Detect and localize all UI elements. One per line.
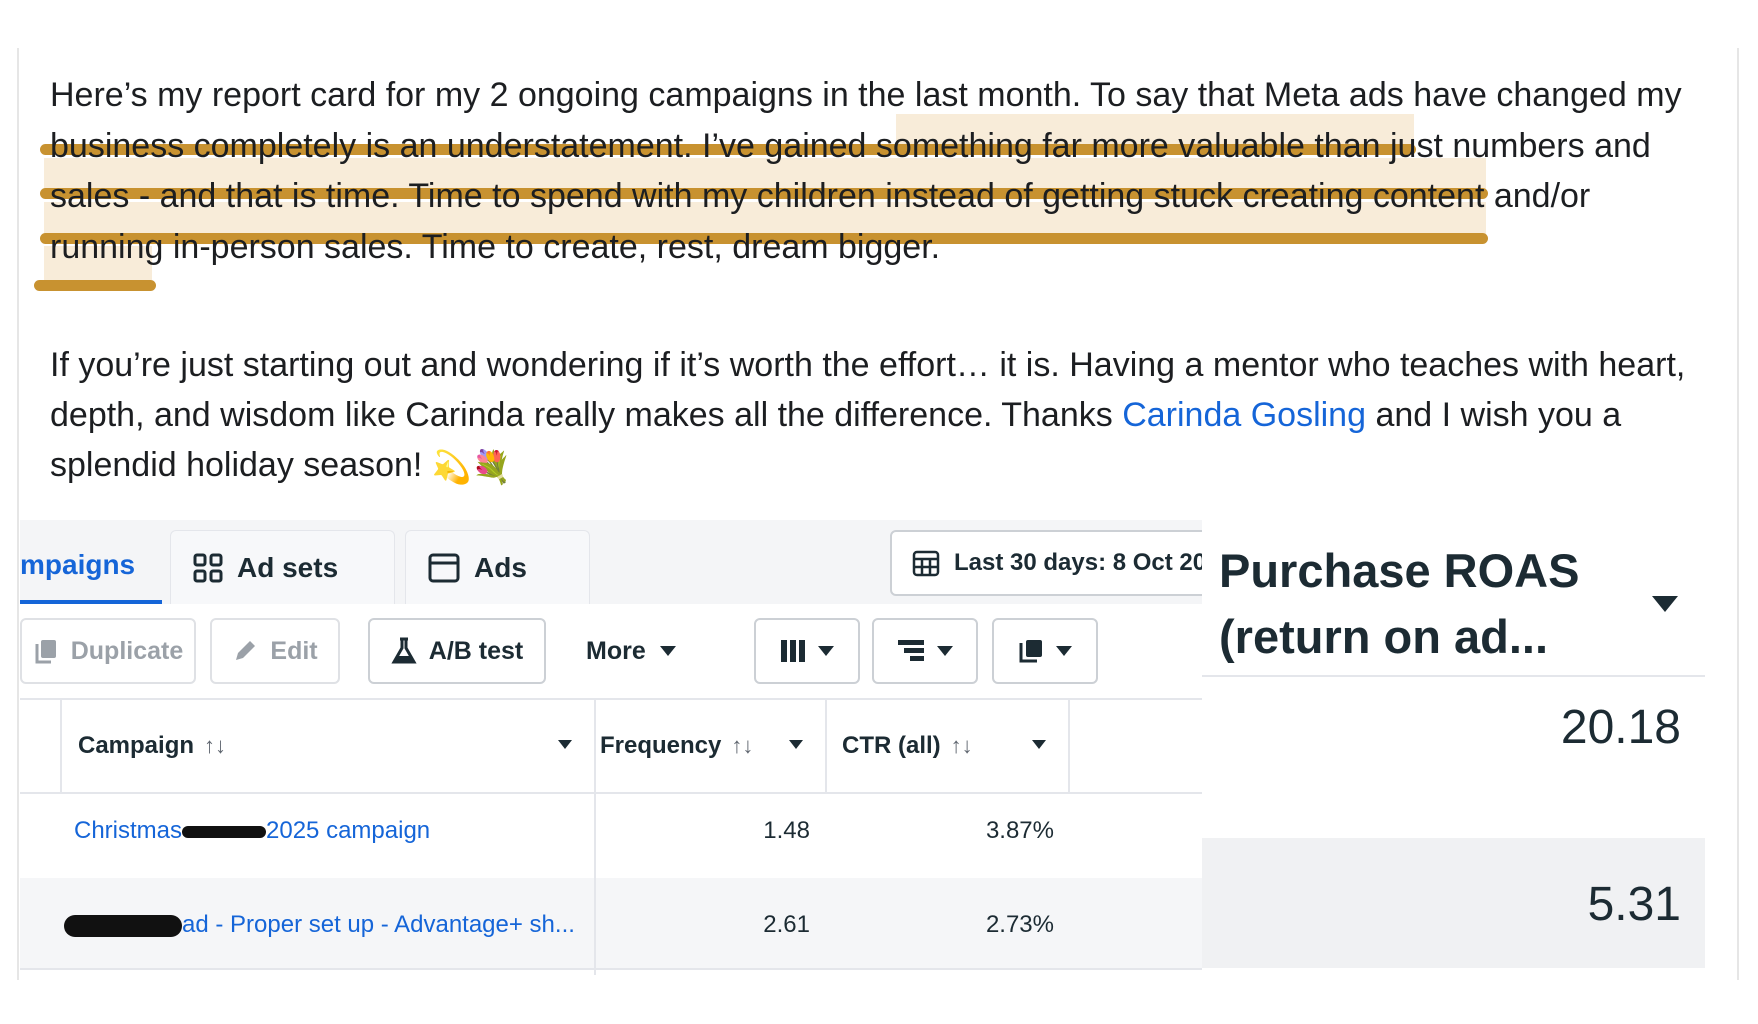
chevron-down-icon: [1652, 596, 1678, 612]
flask-icon: [391, 637, 417, 665]
column-header-ctr[interactable]: CTR (all) ↑↓: [842, 700, 1068, 792]
reports-icon: [1018, 638, 1044, 664]
row-divider: [20, 968, 1220, 970]
table-cell-frequency: 1.48: [763, 817, 810, 844]
date-range-label: Last 30 days: 8 Oct 20: [954, 549, 1207, 576]
breakdown-button[interactable]: [872, 618, 978, 684]
ads-manager-screenshot: mpaigns Ad sets Ads Last 30 days: 8 Oct …: [20, 520, 1220, 975]
post-paragraph-2: If you’re just starting out and wonderin…: [50, 340, 1710, 492]
roas-column-header[interactable]: Purchase ROAS (return on ad...: [1202, 520, 1705, 677]
mention-link[interactable]: Carinda Gosling: [1122, 396, 1366, 434]
ab-test-label: A/B test: [428, 636, 524, 665]
tab-ad-sets[interactable]: Ad sets: [170, 530, 395, 604]
ab-test-button[interactable]: A/B test: [368, 618, 546, 684]
tab-ads[interactable]: Ads: [405, 530, 590, 604]
column-header-campaign-label: Campaign: [78, 732, 195, 759]
campaign-name-suffix: 2025 campaign: [266, 817, 431, 844]
chevron-down-icon: [558, 740, 572, 749]
chevron-down-icon: [937, 646, 953, 656]
more-dropdown[interactable]: More: [586, 618, 676, 684]
table-row-campaign-name[interactable]: Christmas 2025 campaign: [74, 817, 430, 845]
reports-button[interactable]: [992, 618, 1098, 684]
post-paragraph-1: Here’s my report card for my 2 ongoing c…: [50, 70, 1710, 272]
calendar-icon: [912, 549, 940, 577]
redaction-mark: [64, 914, 182, 937]
dizzy-star-icon: 💫: [431, 449, 472, 485]
column-divider: [60, 700, 62, 792]
bouquet-icon: 💐: [471, 449, 512, 485]
chevron-down-icon: [659, 646, 676, 656]
edit-button[interactable]: Edit: [210, 618, 340, 684]
sort-icon: ↑↓: [731, 733, 754, 758]
tab-ads-label: Ads: [474, 551, 527, 583]
breakdown-icon: [897, 639, 925, 663]
tab-bar: mpaigns Ad sets Ads Last 30 days: 8 Oct …: [20, 520, 1220, 604]
chevron-down-icon: [1056, 646, 1072, 656]
column-header-campaign[interactable]: Campaign ↑↓: [78, 700, 594, 792]
column-header-frequency-label: Frequency: [600, 732, 722, 759]
toolbar: Duplicate Edit A/B test More: [20, 604, 1220, 704]
window-icon: [428, 553, 460, 583]
columns-button[interactable]: [754, 618, 860, 684]
table-cell-frequency: 2.61: [763, 911, 810, 938]
redaction-mark: [182, 825, 267, 838]
roas-value: 20.18: [1560, 701, 1681, 754]
pencil-icon: [232, 638, 258, 664]
more-label: More: [586, 636, 646, 665]
chevron-down-icon: [818, 646, 834, 656]
underline-stroke: [34, 280, 156, 291]
roas-column-zoom: Purchase ROAS (return on ad... 20.18 5.3…: [1202, 520, 1705, 975]
tab-campaigns-label: mpaigns: [20, 549, 136, 580]
column-divider: [594, 700, 596, 975]
tab-ad-sets-label: Ad sets: [237, 551, 339, 583]
duplicate-button[interactable]: Duplicate: [20, 618, 196, 684]
duplicate-icon: [33, 638, 59, 664]
table-cell-ctr: 3.87%: [985, 817, 1054, 844]
campaign-name-suffix: ad - Proper set up - Advantage+ sh...: [182, 911, 575, 938]
edit-label: Edit: [270, 636, 318, 665]
sort-icon: ↑↓: [204, 733, 227, 758]
roas-value: 5.31: [1587, 878, 1681, 931]
sort-icon: ↑↓: [950, 733, 973, 758]
roas-column-title: Purchase ROAS (return on ad...: [1219, 544, 1580, 663]
tab-campaigns[interactable]: mpaigns: [20, 530, 162, 604]
date-range-button[interactable]: Last 30 days: 8 Oct 20: [890, 530, 1220, 596]
row-divider: [20, 792, 1220, 794]
duplicate-label: Duplicate: [70, 636, 184, 665]
campaign-table: Campaign ↑↓ Frequency ↑↓ CTR (all) ↑↓ Ch…: [20, 698, 1220, 975]
column-divider: [825, 700, 827, 792]
chevron-down-icon: [789, 740, 803, 749]
table-row-campaign-name[interactable]: ad - Proper set up - Advantage+ sh...: [64, 911, 575, 939]
table-cell-ctr: 2.73%: [985, 911, 1054, 938]
grid-icon: [193, 553, 223, 583]
campaign-name-prefix: Christmas: [74, 817, 183, 844]
column-divider: [1068, 700, 1070, 792]
columns-icon: [780, 639, 806, 663]
chevron-down-icon: [1032, 740, 1046, 749]
column-header-ctr-label: CTR (all): [842, 732, 941, 759]
column-header-frequency[interactable]: Frequency ↑↓: [600, 700, 825, 792]
